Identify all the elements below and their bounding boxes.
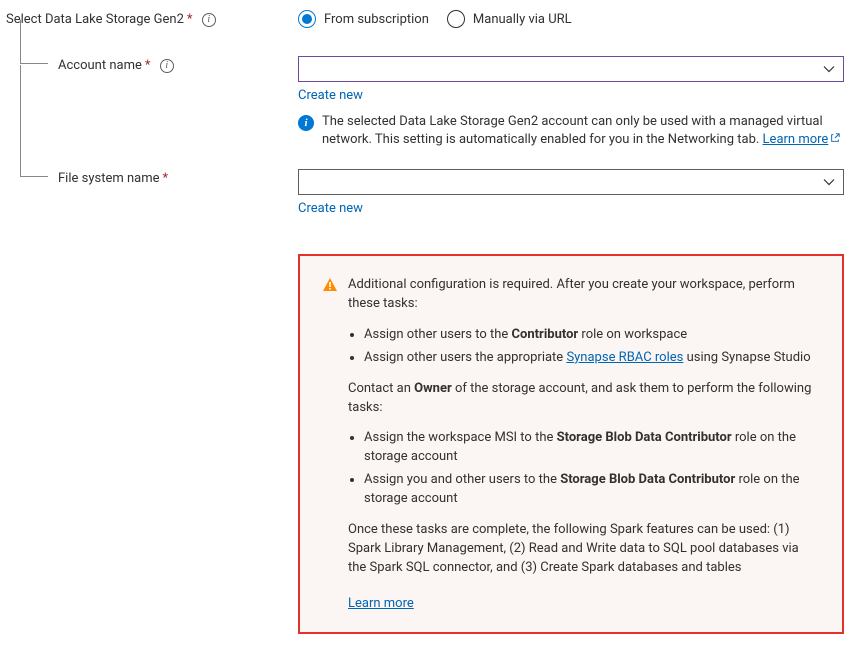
- label-filesystem-name: File system name*: [6, 169, 298, 186]
- filesystem-name-dropdown[interactable]: [298, 169, 844, 195]
- tree-connector: [20, 65, 48, 177]
- required-asterisk: *: [163, 171, 169, 186]
- list-item: Assign the workspace MSI to the Storage …: [364, 429, 820, 467]
- adls-source-radio-group: From subscription Manually via URL: [298, 10, 844, 28]
- label-select-adls: Select Data Lake Storage Gen2* i: [6, 10, 298, 27]
- radio-manual-url-label: Manually via URL: [473, 12, 572, 27]
- adls-info-text: The selected Data Lake Storage Gen2 acco…: [322, 113, 844, 149]
- chevron-down-icon: [823, 176, 835, 188]
- synapse-rbac-link[interactable]: Synapse RBAC roles: [566, 350, 683, 365]
- required-asterisk: *: [145, 58, 151, 73]
- list-item: Assign you and other users to the Storag…: [364, 471, 820, 509]
- external-link-icon: [830, 133, 840, 143]
- radio-from-subscription-label: From subscription: [324, 12, 429, 27]
- label-account-name-text: Account name: [58, 58, 142, 73]
- required-asterisk: *: [187, 12, 193, 27]
- additional-config-warning: Additional configuration is required. Af…: [298, 254, 844, 634]
- create-new-filesystem-link[interactable]: Create new: [298, 201, 363, 216]
- list-item: Assign other users to the Contributor ro…: [364, 326, 820, 345]
- warning-task-list-1: Assign other users to the Contributor ro…: [322, 326, 820, 368]
- warning-intro: Additional configuration is required. Af…: [348, 276, 820, 314]
- create-new-account-link[interactable]: Create new: [298, 88, 363, 103]
- learn-more-networking-link[interactable]: Learn more: [763, 132, 841, 147]
- list-item: Assign other users the appropriate Synap…: [364, 349, 820, 368]
- warning-icon: [322, 277, 338, 293]
- radio-indicator-unselected: [447, 10, 465, 28]
- label-account-name: Account name* i: [6, 56, 298, 73]
- learn-more-warning-link[interactable]: Learn more: [322, 595, 414, 614]
- adls-info-note: i The selected Data Lake Storage Gen2 ac…: [298, 113, 844, 149]
- warning-task-list-2: Assign the workspace MSI to the Storage …: [322, 429, 820, 508]
- radio-indicator-selected: [298, 10, 316, 28]
- info-icon: i: [298, 115, 314, 131]
- account-name-dropdown[interactable]: [298, 56, 844, 82]
- chevron-down-icon: [823, 63, 835, 75]
- warning-owner-paragraph: Contact an Owner of the storage account,…: [322, 380, 820, 418]
- label-filesystem-name-text: File system name: [58, 171, 160, 186]
- radio-from-subscription[interactable]: From subscription: [298, 10, 429, 28]
- info-icon[interactable]: i: [160, 59, 174, 73]
- info-icon[interactable]: i: [202, 13, 216, 27]
- tree-connector: [20, 20, 48, 64]
- radio-manual-url[interactable]: Manually via URL: [447, 10, 572, 28]
- warning-spark-paragraph: Once these tasks are complete, the follo…: [322, 521, 820, 578]
